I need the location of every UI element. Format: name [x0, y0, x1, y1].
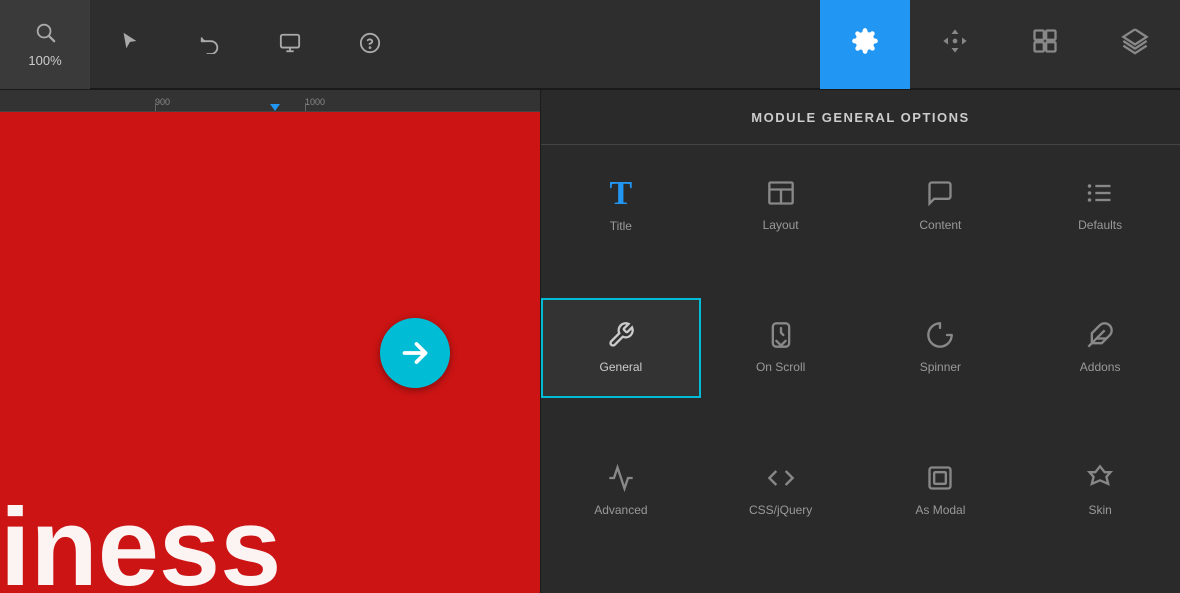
panel-label-skin: Skin [1088, 503, 1111, 517]
undo-icon [199, 32, 221, 57]
select-tool[interactable] [90, 0, 170, 89]
panel-item-spinner[interactable]: Spinner [861, 298, 1021, 398]
panel-label-css-jquery: CSS/jQuery [749, 503, 812, 517]
panel-label-spinner: Spinner [920, 360, 961, 374]
panel-label-addons: Addons [1080, 360, 1121, 374]
on-scroll-icon [767, 321, 795, 352]
panel-label-defaults: Defaults [1078, 218, 1122, 232]
addons-icon [1086, 321, 1114, 352]
undo-button[interactable] [170, 0, 250, 89]
canvas-text: iness [0, 493, 281, 593]
right-panel: MODULE GENERAL OPTIONS T Title Layout [540, 90, 1180, 593]
zoom-control[interactable]: 100% [0, 0, 90, 89]
panel-label-content: Content [919, 218, 961, 232]
ruler: 900 1000 [0, 90, 540, 112]
panel-item-general[interactable]: General [541, 298, 701, 398]
spinner-icon [926, 321, 954, 352]
device-toggle[interactable] [250, 0, 330, 89]
panel-item-addons[interactable]: Addons [1020, 298, 1180, 398]
panel-item-skin[interactable]: Skin [1020, 440, 1180, 540]
canvas-content[interactable]: iness [0, 112, 540, 593]
panel-header: MODULE GENERAL OPTIONS [541, 90, 1180, 145]
move-icon [941, 27, 969, 62]
panel-item-content[interactable]: Content [861, 155, 1021, 255]
ruler-mark-900: 900 [155, 97, 170, 107]
monitor-icon [278, 32, 302, 57]
ruler-mark-1000: 1000 [305, 97, 325, 107]
layout-icon [767, 179, 795, 210]
help-button[interactable] [330, 0, 410, 89]
search-icon [34, 21, 56, 49]
move-panel-button[interactable] [910, 0, 1000, 89]
panel-label-title: Title [610, 219, 632, 233]
layers-icon [1121, 27, 1149, 62]
toolbar-left: 100% [0, 0, 820, 89]
advanced-icon [607, 464, 635, 495]
gear-icon [851, 27, 879, 62]
panel-label-as-modal: As Modal [915, 503, 965, 517]
panel-item-layout[interactable]: Layout [701, 155, 861, 255]
panel-item-as-modal[interactable]: As Modal [861, 440, 1021, 540]
cursor-icon [119, 30, 141, 58]
title-T-icon: T [610, 177, 633, 211]
panel-item-title[interactable]: T Title [541, 155, 701, 255]
skin-icon [1086, 464, 1114, 495]
layers-panel-button[interactable] [1090, 0, 1180, 89]
as-modal-icon [926, 464, 954, 495]
panel-label-layout: Layout [763, 218, 799, 232]
settings-panel-button[interactable] [820, 0, 910, 89]
defaults-icon [1086, 179, 1114, 210]
toolbar-right [820, 0, 1180, 89]
panel-item-defaults[interactable]: Defaults [1020, 155, 1180, 255]
panel-label-on-scroll: On Scroll [756, 360, 805, 374]
general-wrench-icon [607, 321, 635, 352]
ruler-arrow [270, 104, 280, 111]
panel-item-css-jquery[interactable]: CSS/jQuery [701, 440, 861, 540]
zoom-label: 100% [28, 53, 61, 68]
panel-item-advanced[interactable]: Advanced [541, 440, 701, 540]
panel-label-advanced: Advanced [594, 503, 647, 517]
panel-grid: T Title Layout C [541, 145, 1180, 593]
media-icon [1031, 27, 1059, 62]
panel-title: MODULE GENERAL OPTIONS [751, 110, 969, 125]
canvas-area: 900 1000 iness [0, 90, 540, 593]
content-icon [926, 179, 954, 210]
toolbar: 100% [0, 0, 1180, 90]
help-icon [359, 32, 381, 57]
css-jquery-icon [767, 464, 795, 495]
panel-item-on-scroll[interactable]: On Scroll [701, 298, 861, 398]
panel-label-general: General [600, 360, 643, 374]
main-area: 900 1000 iness MODULE GENERAL OPTIONS T [0, 90, 1180, 593]
next-arrow-button[interactable] [380, 318, 450, 388]
media-panel-button[interactable] [1000, 0, 1090, 89]
